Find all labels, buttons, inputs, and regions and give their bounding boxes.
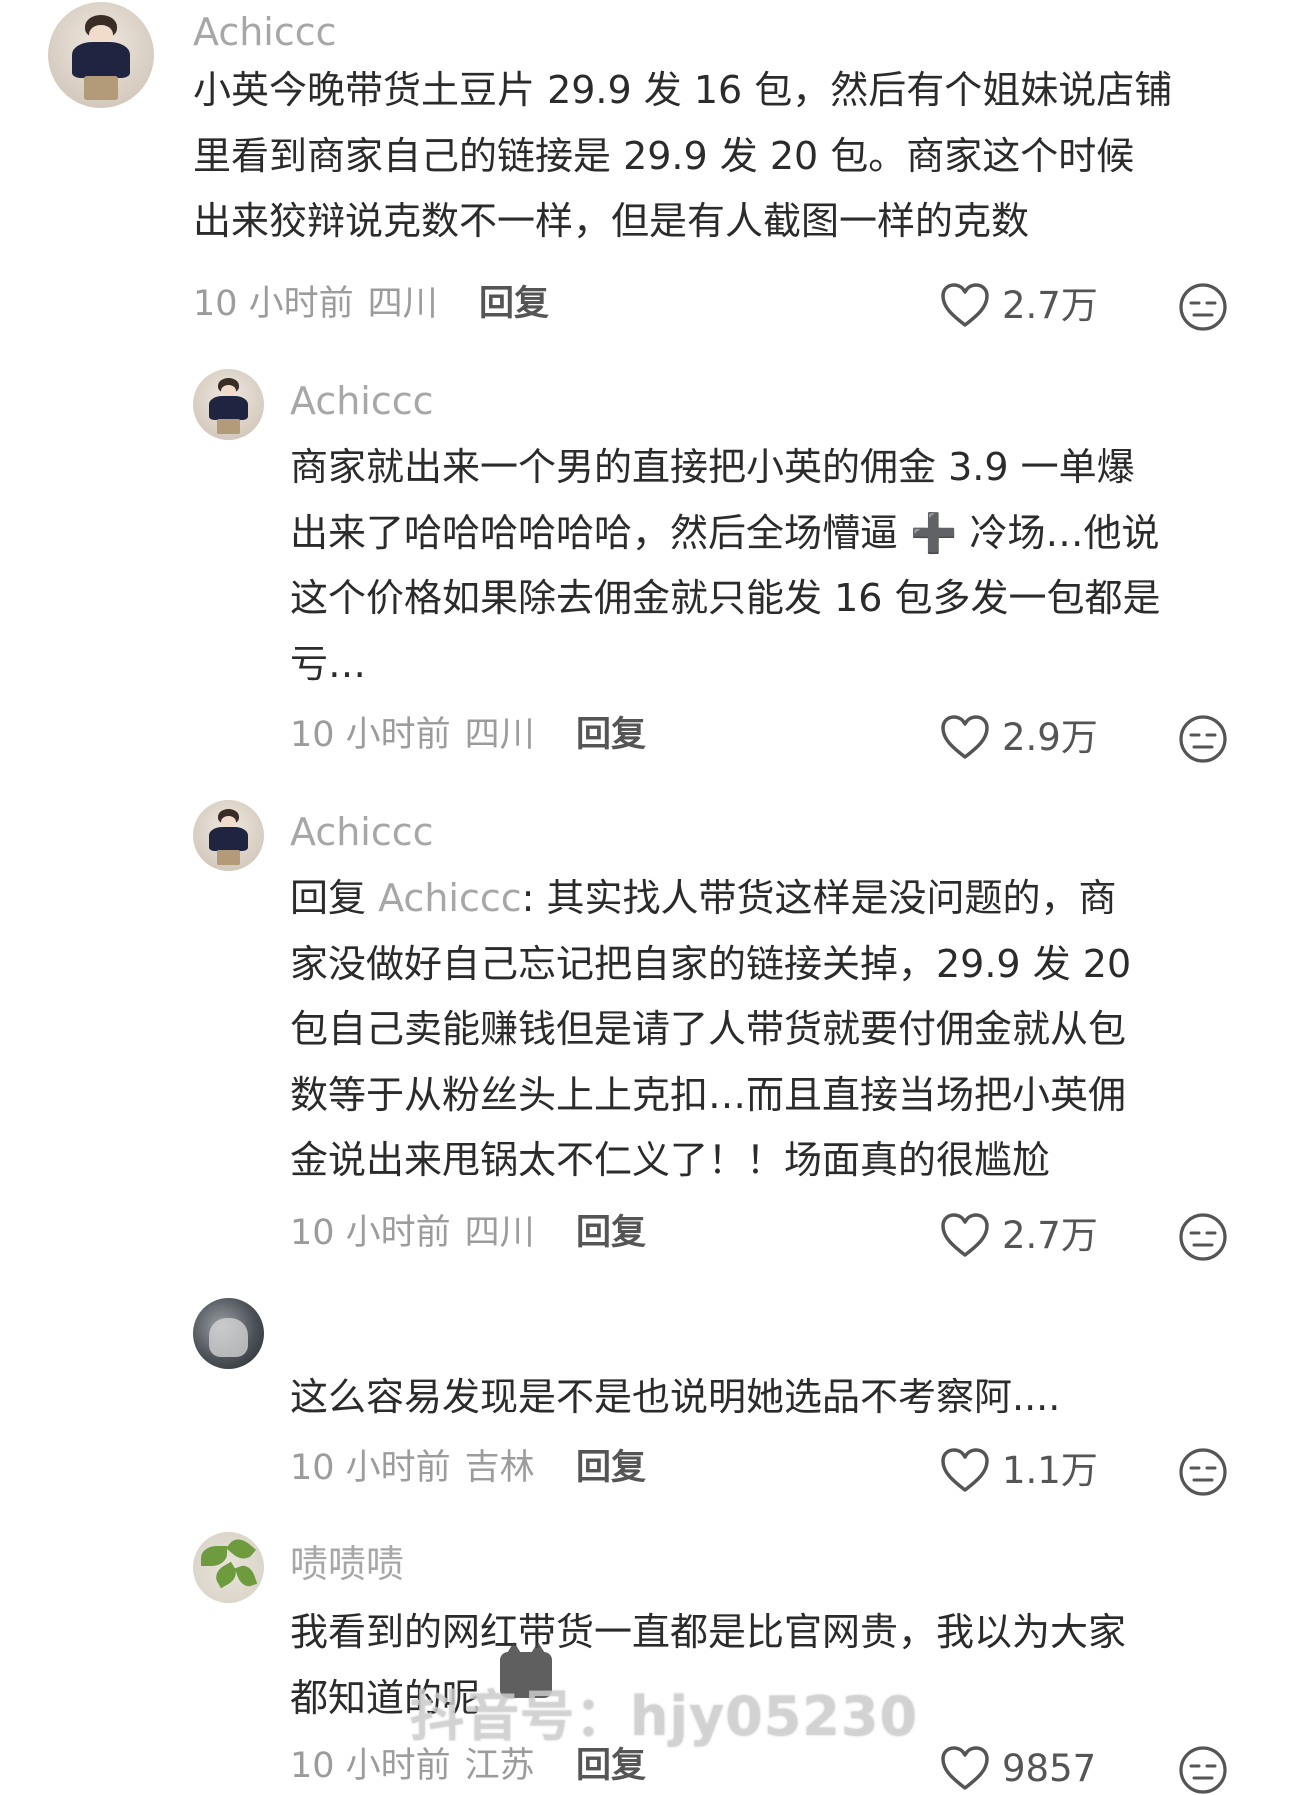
heart-outline-icon xyxy=(941,283,989,327)
reply-button[interactable]: 回复 xyxy=(576,718,646,753)
region: 四川 xyxy=(367,284,438,324)
comment-text: 这么容易发现是不是也说明她选品不考察阿.... xyxy=(290,1375,1061,1419)
comment-meta: 10 小时前 四川 xyxy=(193,287,438,322)
comment-body: : 其实找人带货这样是没问题的，商 家没做好自己忘记把自家的链接关掉，29.9 … xyxy=(290,876,1132,1182)
avatar[interactable] xyxy=(193,1532,264,1603)
like-button[interactable]: 1.1万 xyxy=(940,1447,1098,1493)
timestamp: 10 小时前 xyxy=(193,284,354,324)
avatar[interactable] xyxy=(48,2,154,108)
username[interactable]: Achiccc xyxy=(290,813,434,851)
reply-button[interactable]: 回复 xyxy=(576,1216,646,1251)
meh-face-icon[interactable] xyxy=(1178,1745,1228,1795)
comment-text: 小英今晚带货土豆片 29.9 发 16 包，然后有个姐妹说店铺 里看到商家自己的… xyxy=(193,68,1173,243)
timestamp: 10 小时前 xyxy=(290,715,451,755)
meh-face-icon[interactable] xyxy=(1178,1447,1228,1497)
comment-meta: 10 小时前 吉林 xyxy=(290,1451,535,1486)
heart-outline-icon xyxy=(941,1448,989,1492)
reply-prefix: 回复 xyxy=(290,876,379,920)
mention-username[interactable]: Achiccc xyxy=(378,876,522,920)
like-button[interactable]: 9857 xyxy=(940,1745,1096,1791)
reply-button[interactable]: 回复 xyxy=(576,1749,646,1784)
like-button[interactable]: 2.9万 xyxy=(940,714,1098,760)
like-button[interactable]: 2.7万 xyxy=(940,1212,1098,1258)
region: 四川 xyxy=(464,715,535,755)
like-button[interactable]: 2.7万 xyxy=(940,282,1098,328)
region: 吉林 xyxy=(464,1448,535,1488)
comment-meta: 10 小时前 江苏 xyxy=(290,1749,535,1784)
region: 江苏 xyxy=(464,1746,535,1786)
heart-outline-icon xyxy=(941,1746,989,1790)
timestamp: 10 小时前 xyxy=(290,1746,451,1786)
like-count: 1.1万 xyxy=(1002,1448,1098,1492)
comment-text: 回复 Achiccc: 其实找人带货这样是没问题的，商 家没做好自己忘记把自家的… xyxy=(290,866,1270,1194)
region: 四川 xyxy=(464,1213,535,1253)
avatar[interactable] xyxy=(193,1298,264,1369)
reply-button[interactable]: 回复 xyxy=(479,287,549,322)
comment-text: 商家就出来一个男的直接把小英的佣金 3.9 一单爆 出来了哈哈哈哈哈哈，然后全场… xyxy=(290,445,1161,686)
timestamp: 10 小时前 xyxy=(290,1448,451,1488)
like-count: 2.7万 xyxy=(1002,283,1098,327)
heart-outline-icon xyxy=(941,1213,989,1257)
meh-face-icon[interactable] xyxy=(1178,714,1228,764)
like-count: 2.7万 xyxy=(1002,1213,1098,1257)
username[interactable]: 啧啧啧 xyxy=(290,1545,404,1583)
like-count: 2.9万 xyxy=(1002,715,1098,759)
comment-meta: 10 小时前 四川 xyxy=(290,1216,535,1251)
heart-outline-icon xyxy=(941,715,989,759)
meh-face-icon[interactable] xyxy=(1178,1212,1228,1262)
comment-meta: 10 小时前 四川 xyxy=(290,718,535,753)
reply-button[interactable]: 回复 xyxy=(576,1451,646,1486)
watermark: 抖音号：hjy05230 xyxy=(410,1685,919,1748)
username[interactable]: Achiccc xyxy=(290,382,434,420)
avatar[interactable] xyxy=(193,800,264,871)
avatar[interactable] xyxy=(193,369,264,440)
meh-face-icon[interactable] xyxy=(1178,282,1228,332)
username[interactable]: Achiccc xyxy=(193,13,337,51)
timestamp: 10 小时前 xyxy=(290,1213,451,1253)
